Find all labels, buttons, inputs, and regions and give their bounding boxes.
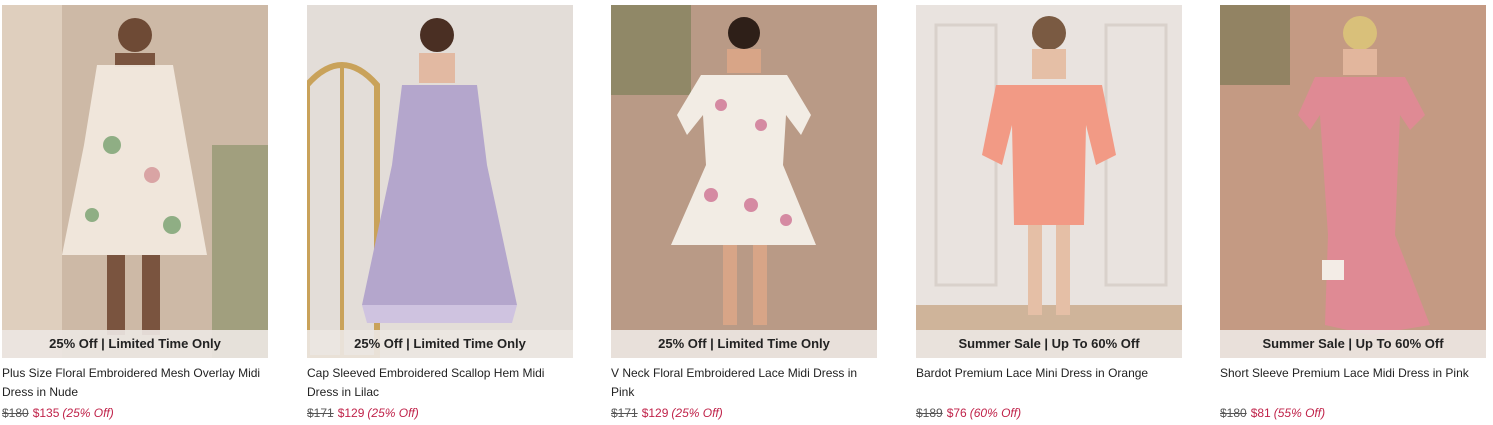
product-photo [1220,5,1486,358]
promo-banner: Summer Sale | Up To 60% Off [1220,330,1486,358]
product-photo [916,5,1182,358]
product-title[interactable]: Short Sleeve Premium Lace Midi Dress in … [1220,364,1484,402]
promo-banner: 25% Off | Limited Time Only [611,330,877,358]
discount-label: (60% Off) [969,406,1022,420]
price-row: $180 $81 (55% Off) [1220,406,1486,420]
product-image[interactable]: Summer Sale | Up To 60% Off [916,5,1182,358]
discount-label: (25% Off) [367,406,419,420]
product-image[interactable]: 25% Off | Limited Time Only [307,5,573,358]
product-card[interactable]: 25% Off | Limited Time Only Plus Size Fl… [2,5,268,420]
price-row: $171 $129 (25% Off) [307,406,573,420]
discount-label: (25% Off) [62,406,114,420]
product-title[interactable]: Cap Sleeved Embroidered Scallop Hem Midi… [307,364,571,402]
original-price: $171 [307,406,334,420]
price-row: $189 $76 (60% Off) [916,406,1182,420]
original-price: $189 [916,406,943,420]
product-photo [611,5,877,358]
product-title[interactable]: Plus Size Floral Embroidered Mesh Overla… [2,364,266,402]
original-price: $180 [2,406,29,420]
discount-label: (55% Off) [1273,406,1326,420]
promo-banner: 25% Off | Limited Time Only [307,330,573,358]
original-price: $171 [611,406,638,420]
product-photo [307,5,573,358]
original-price: $180 [1220,406,1247,420]
promo-banner: 25% Off | Limited Time Only [2,330,268,358]
promo-banner: Summer Sale | Up To 60% Off [916,330,1182,358]
product-grid: 25% Off | Limited Time Only Plus Size Fl… [0,0,1493,425]
sale-price: $129 [337,406,365,420]
product-image[interactable]: 25% Off | Limited Time Only [2,5,268,358]
product-card[interactable]: Summer Sale | Up To 60% Off Short Sleeve… [1220,5,1486,420]
product-title[interactable]: V Neck Floral Embroidered Lace Midi Dres… [611,364,875,402]
price-row: $171 $129 (25% Off) [611,406,877,420]
product-image[interactable]: Summer Sale | Up To 60% Off [1220,5,1486,358]
product-photo [2,5,268,358]
discount-label: (25% Off) [671,406,723,420]
product-title[interactable]: Bardot Premium Lace Mini Dress in Orange [916,364,1180,402]
sale-price: $76 [946,406,967,420]
product-card[interactable]: 25% Off | Limited Time Only V Neck Flora… [611,5,877,420]
product-card[interactable]: 25% Off | Limited Time Only Cap Sleeved … [307,5,573,420]
price-row: $180 $135 (25% Off) [2,406,268,420]
sale-price: $135 [32,406,60,420]
sale-price: $129 [641,406,669,420]
product-image[interactable]: 25% Off | Limited Time Only [611,5,877,358]
sale-price: $81 [1250,406,1271,420]
product-card[interactable]: Summer Sale | Up To 60% Off Bardot Premi… [916,5,1182,420]
